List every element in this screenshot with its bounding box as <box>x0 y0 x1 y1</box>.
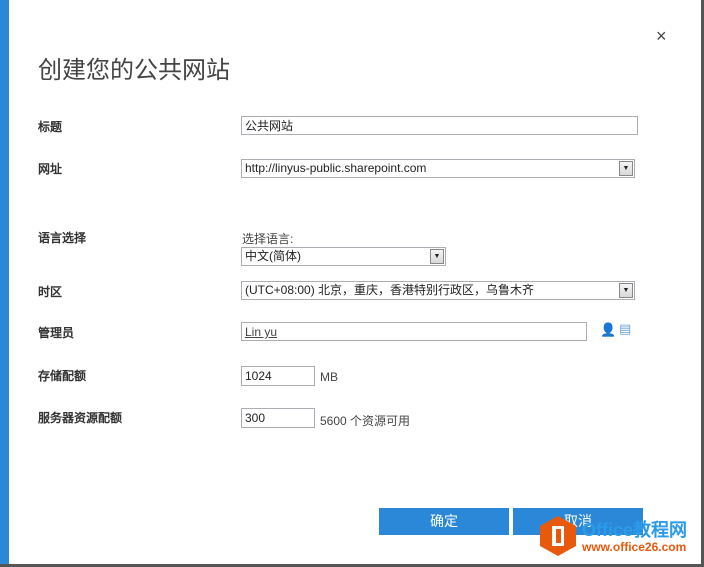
watermark-url: www.office26.com <box>582 540 687 554</box>
language-select[interactable]: 中文(简体) ▼ <box>241 247 446 266</box>
language-prompt: 选择语言: <box>242 232 294 246</box>
storage-input[interactable]: 1024 <box>241 366 315 386</box>
address-book-icon[interactable]: ▤ <box>619 321 631 337</box>
chevron-down-icon: ▼ <box>619 161 633 176</box>
url-value: http://linyus-public.sharepoint.com <box>245 161 427 175</box>
title-label: 标题 <box>38 120 63 134</box>
resource-label: 服务器资源配额 <box>38 411 123 425</box>
title-input[interactable]: 公共网站 <box>241 116 638 135</box>
resource-available: 5600 个资源可用 <box>320 414 411 428</box>
admin-label: 管理员 <box>38 326 75 340</box>
close-icon[interactable]: × <box>656 26 667 47</box>
chevron-down-icon: ▼ <box>619 283 633 298</box>
check-names-icon[interactable]: 👤 <box>600 322 616 338</box>
admin-input[interactable]: Lin yu <box>241 322 587 341</box>
language-value: 中文(简体) <box>245 249 301 263</box>
storage-label: 存储配额 <box>38 369 87 383</box>
dialog-title: 创建您的公共网站 <box>38 57 230 84</box>
storage-unit: MB <box>320 370 338 384</box>
timezone-select[interactable]: (UTC+08:00) 北京，重庆，香港特别行政区，乌鲁木齐 ▼ <box>241 281 635 300</box>
ok-button[interactable]: 确定 <box>379 508 509 535</box>
office-logo-icon <box>540 516 576 556</box>
window-edge <box>0 0 9 567</box>
chevron-down-icon: ▼ <box>430 249 444 264</box>
timezone-value: (UTC+08:00) 北京，重庆，香港特别行政区，乌鲁木齐 <box>245 283 535 297</box>
admin-value: Lin yu <box>245 325 278 339</box>
watermark-brand: Office教程网 <box>582 520 688 540</box>
resource-input[interactable]: 300 <box>241 408 315 428</box>
language-label: 语言选择 <box>38 231 87 245</box>
url-label: 网址 <box>38 162 63 176</box>
url-select[interactable]: http://linyus-public.sharepoint.com ▼ <box>241 159 635 178</box>
timezone-label: 时区 <box>38 285 63 299</box>
